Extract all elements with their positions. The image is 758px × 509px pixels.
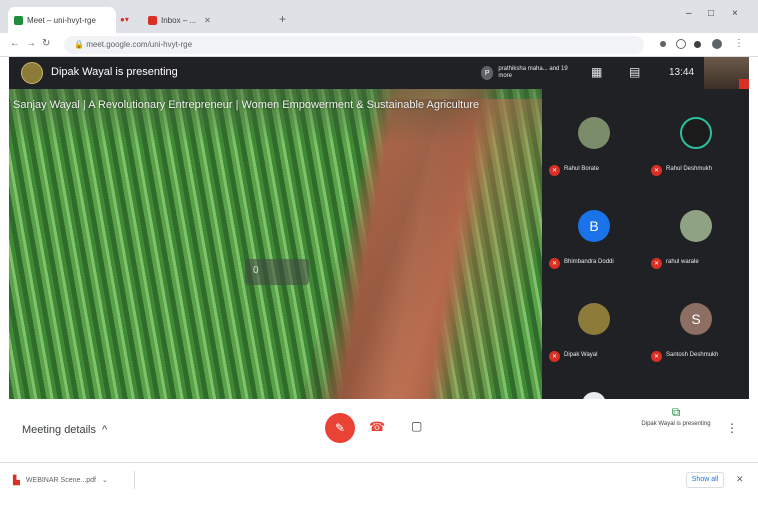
avatar <box>680 210 712 242</box>
meeting-controls: Meeting details ^ ✎ ☎ ▢ ⧉ Dipak Wayal is… <box>9 399 749 459</box>
download-item[interactable]: ▙ WEBINAR Scene...pdf ⌄ <box>13 471 135 489</box>
new-tab-button[interactable]: + <box>279 12 286 26</box>
shared-screen: Sanjay Wayal | A Revolutionary Entrepren… <box>9 89 542 399</box>
chat-icon[interactable]: ▤ <box>629 65 640 79</box>
participant-name: Rahul Deshmukh <box>666 166 713 172</box>
tab-title: Inbox – ... <box>161 15 197 25</box>
mic-off-icon: ✕ <box>549 351 560 362</box>
avatar <box>578 117 610 149</box>
mic-off-icon: ✕ <box>651 258 662 269</box>
lock-icon: 🔒 <box>74 40 84 49</box>
minimize-button[interactable]: – <box>686 8 692 19</box>
tab-meet[interactable]: Meet – uni-hvyt-rge <box>8 7 116 33</box>
more-options-icon[interactable]: ⋮ <box>726 421 738 435</box>
star-icon[interactable] <box>676 39 686 49</box>
camera-permission-icon[interactable] <box>660 41 666 47</box>
participant-name: Dipak Wayal <box>564 352 598 358</box>
mic-toggle-button[interactable]: ✎ <box>325 413 355 443</box>
download-bar: ▙ WEBINAR Scene...pdf ⌄ Show all ✕ <box>0 462 758 494</box>
tab-gmail[interactable]: Inbox – ... ✕ <box>142 7 270 33</box>
mic-off-icon: ✎ <box>334 421 346 435</box>
participant-tile[interactable]: ✕ rahul warale <box>646 194 746 286</box>
slide-chip-text: 0 <box>253 265 259 276</box>
url-input[interactable]: 🔒 meet.google.com/uni-hvyt-rge <box>64 36 644 54</box>
chevron-down-icon[interactable]: ⌄ <box>102 476 108 484</box>
close-icon[interactable]: ✕ <box>736 474 744 485</box>
self-view[interactable] <box>704 57 749 89</box>
participant-tile[interactable]: ✕ Rahul Borate <box>544 101 644 193</box>
field-path <box>301 99 542 399</box>
extensions-icon[interactable] <box>694 41 701 48</box>
show-all-button[interactable]: Show all <box>686 472 724 488</box>
pinned-participants-chip[interactable]: P prathiksha maha... and 19 more <box>481 62 573 84</box>
participant-name: Rahul Borate <box>564 166 600 172</box>
gmail-favicon-icon <box>148 15 157 25</box>
participant-name: Santosh Deshmukh <box>666 352 719 358</box>
participant-tile[interactable]: ✕ Rahul Deshmukh <box>646 101 746 193</box>
profile-avatar[interactable] <box>712 39 722 49</box>
mic-off-icon: ✕ <box>549 258 560 269</box>
leave-call-button[interactable]: ☎ <box>369 419 385 435</box>
avatar <box>578 303 610 335</box>
meeting-details-button[interactable]: Meeting details ^ <box>22 424 107 436</box>
presenting-title: Dipak Wayal is presenting <box>51 66 178 78</box>
present-screen-icon: ⧉ <box>671 405 681 419</box>
download-filename: WEBINAR Scene...pdf <box>25 476 96 484</box>
tile-layout-icon[interactable]: ▦ <box>591 65 602 79</box>
present-now-button[interactable]: ⧉ Dipak Wayal is presenting <box>641 405 711 428</box>
participant-tile[interactable]: ✕ Dipak Wayal <box>544 287 644 379</box>
address-bar: ← → ↻ 🔒 meet.google.com/uni-hvyt-rge ⋮ <box>0 33 758 57</box>
camera-toggle-button[interactable]: ▢ <box>411 419 422 433</box>
tab-title: Meet – uni-hvyt-rge <box>27 15 96 25</box>
meet-header: Dipak Wayal is presenting P prathiksha m… <box>9 57 749 89</box>
avatar <box>680 117 712 149</box>
mic-off-icon <box>739 79 749 89</box>
meet-favicon-icon <box>14 15 23 25</box>
back-icon[interactable]: ← <box>10 38 20 49</box>
mic-off-icon: ✕ <box>651 165 662 176</box>
slide-overlay-chip: 0 <box>245 259 309 285</box>
clock: 13:44 <box>669 67 695 78</box>
forward-icon[interactable]: → <box>26 38 36 49</box>
url-text: meet.google.com/uni-hvyt-rge <box>86 40 193 49</box>
close-window-button[interactable]: × <box>732 8 738 19</box>
slide-title: Sanjay Wayal | A Revolutionary Entrepren… <box>13 99 480 111</box>
menu-icon[interactable]: ⋮ <box>734 38 744 49</box>
present-status: Dipak Wayal is presenting <box>641 421 711 427</box>
close-icon[interactable]: ✕ <box>204 16 211 25</box>
maximize-button[interactable]: □ <box>708 8 714 19</box>
participant-name: rahul warale <box>666 259 699 265</box>
pinned-text: prathiksha maha... and 19 more <box>498 66 568 79</box>
participant-tile[interactable]: B ✕ Bhimbandra Doddi <box>544 194 644 286</box>
participant-avatar: P <box>481 66 494 80</box>
mic-off-icon: ✕ <box>651 351 662 362</box>
reload-icon[interactable]: ↻ <box>42 38 50 49</box>
participant-tile[interactable]: S ✕ Santosh Deshmukh <box>646 287 746 379</box>
avatar: B <box>578 210 610 242</box>
browser-tab-bar: Meet – uni-hvyt-rge ●▾ Inbox – ... ✕ + –… <box>0 0 758 33</box>
participant-name: Bhimbandra Doddi <box>564 259 614 265</box>
recording-icon: ●▾ <box>120 15 129 24</box>
participants-panel: ✕ Rahul Borate ✕ Rahul Deshmukh B ✕ Bhim… <box>542 89 749 399</box>
avatar[interactable] <box>582 392 606 399</box>
meeting-details-label: Meeting details <box>22 424 96 436</box>
pdf-icon: ▙ <box>13 474 20 485</box>
avatar: S <box>680 303 712 335</box>
mic-off-icon: ✕ <box>549 165 560 176</box>
chevron-up-icon: ^ <box>102 424 108 436</box>
presenter-avatar <box>21 62 43 84</box>
